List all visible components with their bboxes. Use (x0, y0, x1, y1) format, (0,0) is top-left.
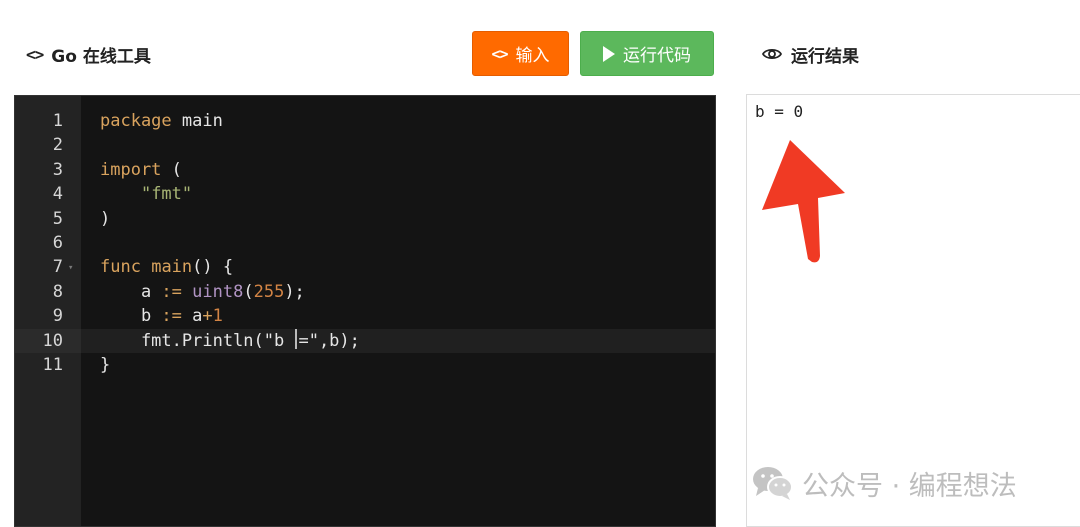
fold-arrow-icon[interactable]: ▾ (68, 256, 73, 280)
code-token: () { (192, 257, 234, 278)
code-line[interactable]: 10 fmt.Println("b =",b); (15, 328, 715, 353)
wechat-icon (753, 467, 793, 500)
code-line[interactable]: 9 b := a+1 (15, 304, 715, 328)
code-line[interactable]: 5) (15, 207, 715, 231)
page-title-text: Go 在线工具 (51, 46, 151, 67)
code-text: } (100, 353, 110, 377)
code-token: a (100, 281, 162, 302)
code-token: } (100, 355, 111, 375)
code-line[interactable]: 6 (15, 231, 715, 255)
code-token: fmt.Println("b (100, 330, 295, 351)
code-token: a (181, 306, 203, 327)
code-token: ) (100, 208, 111, 229)
code-line[interactable]: 2 (15, 133, 715, 157)
code-token: 1 (212, 306, 223, 327)
code-line[interactable]: 7 ▾ func main() { (15, 255, 715, 280)
code-text: import ( (100, 158, 182, 182)
code-token: 255 (253, 281, 285, 302)
code-token: := (161, 306, 182, 327)
code-token: ); (284, 281, 305, 302)
code-line[interactable]: 11} (15, 353, 715, 377)
output-title: 运行结果 (762, 40, 859, 68)
code-token: b (100, 306, 162, 327)
code-token: =",b); (298, 330, 360, 351)
code-text: package main (100, 109, 223, 133)
line-number: 2 (52, 135, 63, 156)
code-text: "fmt" (100, 182, 192, 206)
code-token: package (100, 111, 172, 131)
line-number: 5 (52, 208, 63, 229)
code-line[interactable]: 1 package main (15, 109, 715, 133)
code-token: "fmt" (140, 184, 193, 205)
code-token: import (100, 159, 162, 180)
code-text: ) (100, 207, 110, 231)
run-code-button[interactable]: 运行代码 (580, 31, 714, 76)
code-text: b := a+1 (100, 304, 223, 328)
line-number: 1 (52, 111, 63, 131)
line-number: 8 (52, 281, 63, 302)
line-number: 6 (52, 233, 63, 253)
eye-icon (762, 48, 782, 60)
code-editor[interactable]: 1 package main 2 3 import (4 "fmt" 5) 6 7 ▾ func … (14, 95, 716, 527)
code-token: ( (243, 281, 254, 302)
play-icon (603, 45, 615, 62)
line-number: 11 (42, 355, 63, 375)
code-token: main (151, 257, 193, 278)
line-number: 10 (15, 328, 81, 353)
output-title-text: 运行结果 (791, 46, 859, 67)
code-token: := (161, 281, 182, 302)
code-token: uint8 (192, 281, 244, 302)
red-arrow-annotation (762, 140, 845, 263)
code-brackets-icon: <> (26, 44, 44, 64)
page-title: <> Go 在线工具 (26, 40, 151, 68)
line-number: 4 (52, 184, 63, 205)
watermark: 公众号 · 编程想法 (752, 463, 1017, 503)
run-code-button-label: 运行代码 (623, 46, 691, 66)
line-number: 9 (52, 306, 63, 327)
code-text: a := uint8(255); (100, 280, 305, 304)
input-button-label: 输入 (515, 46, 550, 66)
code-token: main (171, 111, 223, 131)
code-line[interactable]: 3 import ( (15, 158, 715, 182)
watermark-text: 公众号 · 编程想法 (802, 470, 1017, 502)
code-text: fmt.Println("b =",b); (100, 328, 360, 353)
line-number: 3 (52, 159, 63, 180)
code-line[interactable]: 8 a := uint8(255); (15, 280, 715, 304)
code-line[interactable]: 4 "fmt" (15, 182, 715, 206)
code-token: + (202, 306, 213, 327)
code-token: func (100, 257, 141, 278)
output-text: b = 0 (755, 102, 804, 121)
input-button[interactable]: <> 输入 (472, 31, 569, 76)
code-brackets-icon: <> (491, 44, 508, 63)
code-token: ( (161, 159, 182, 180)
code-text: func main() { (100, 255, 233, 279)
